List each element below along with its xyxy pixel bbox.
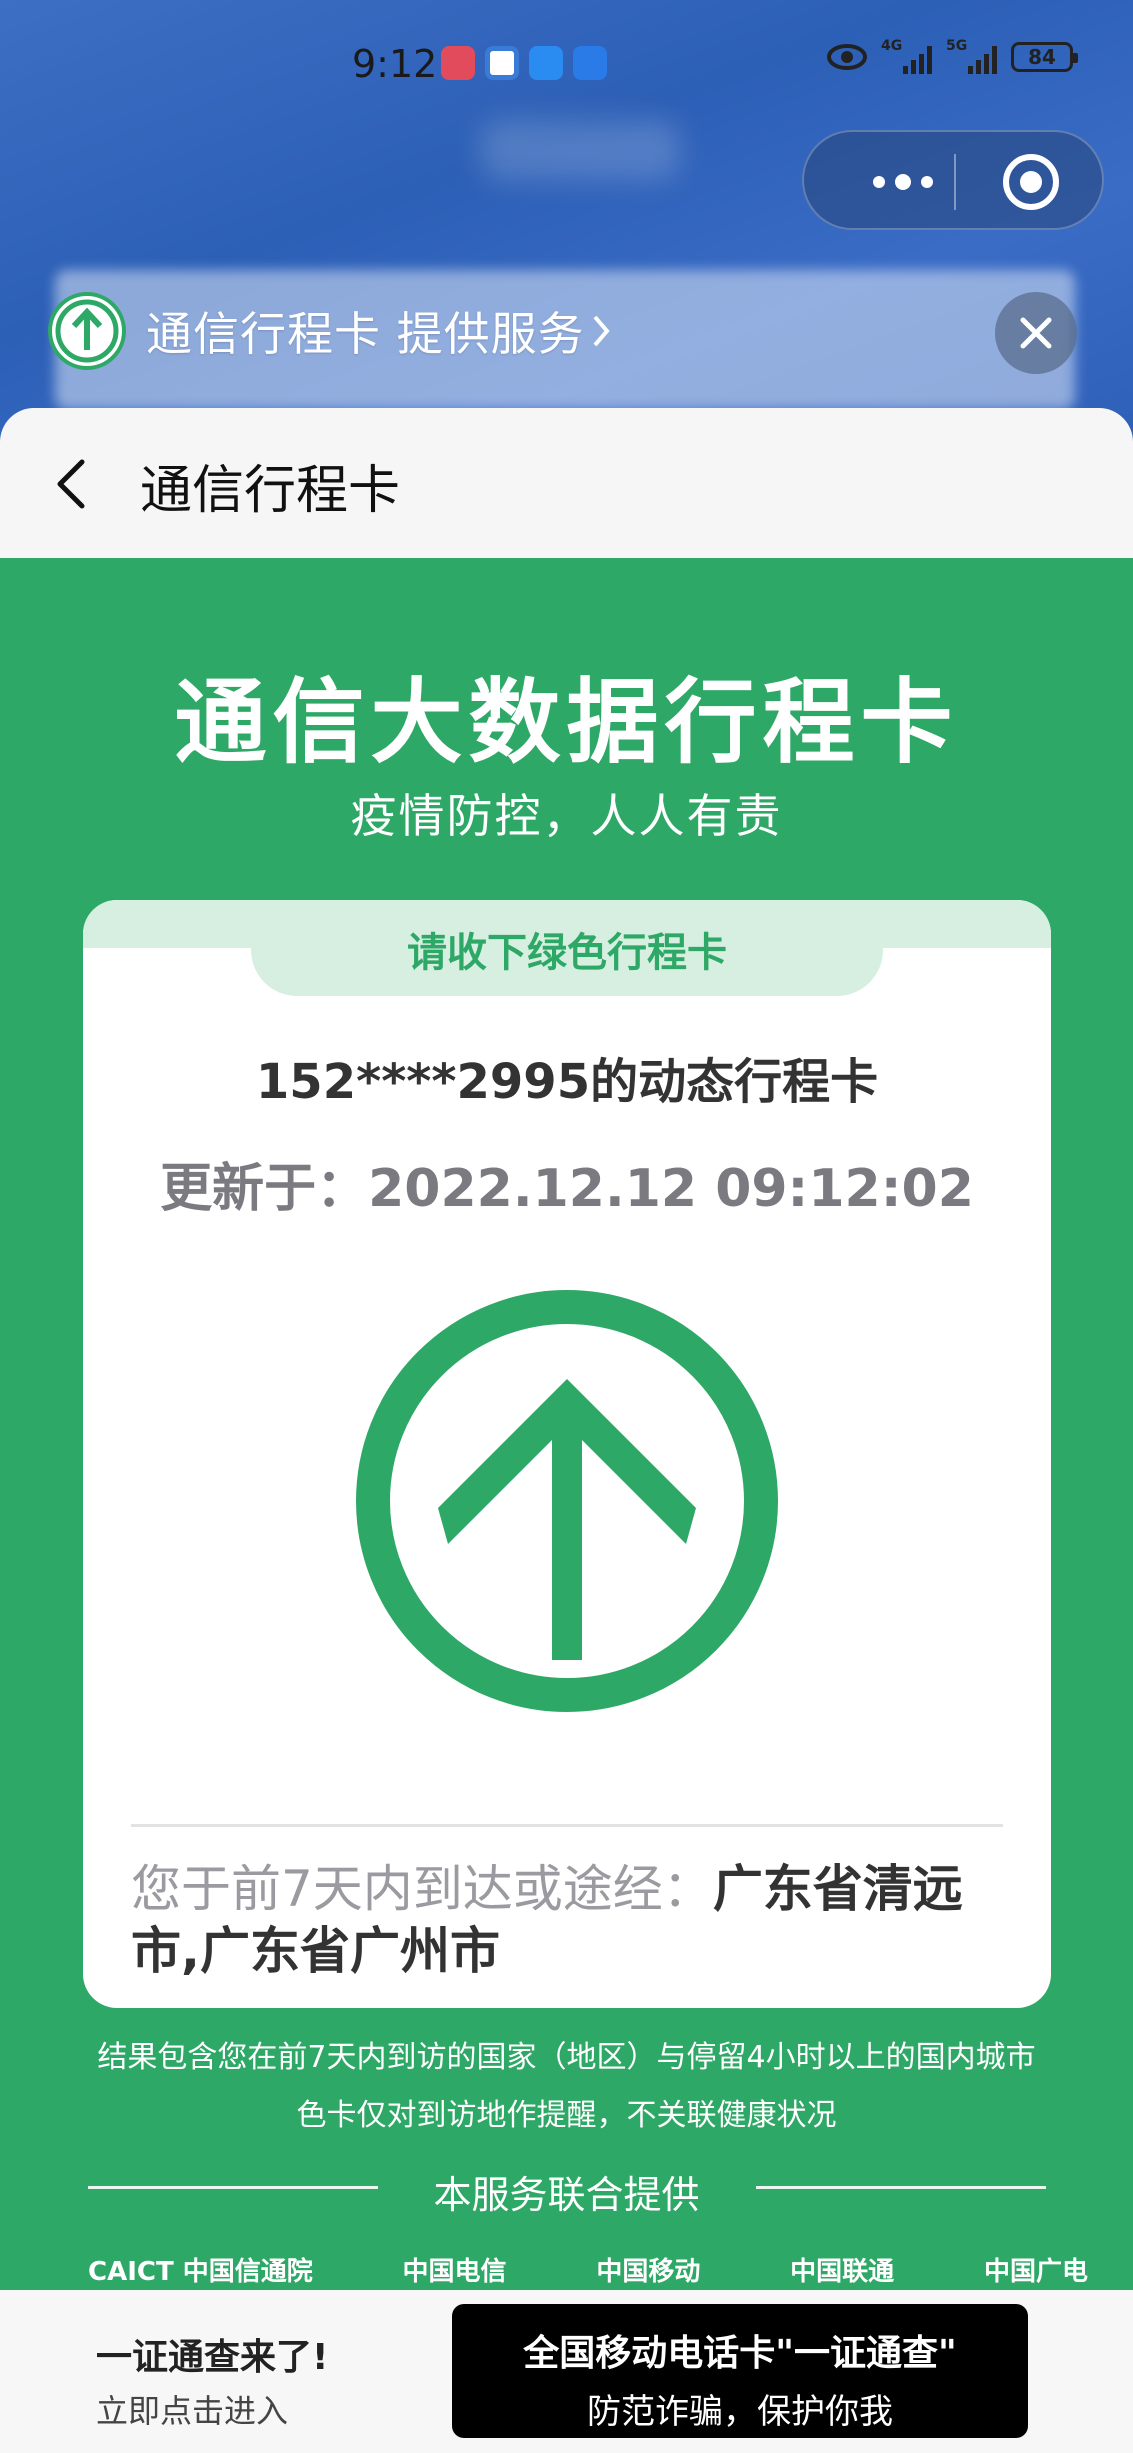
result-note: 结果包含您在前7天内到访的国家（地区）与停留4小时以上的国内城市 [97,2040,1036,2075]
joint-label: 本服务联合提供 [433,2173,700,2217]
china-unicom-logo-icon: 中国联通 [790,2256,895,2287]
slogan: 疫情防控，人人有责 [350,789,783,843]
provider-text: 通信行程卡 提供服务 [146,307,585,361]
visited-prefix: 您于前7天内到达或途经： [131,1860,713,1918]
signal-icon-4g: 4G [881,38,932,74]
promo-button[interactable]: 全国移动电话卡"一证通查" 防范诈骗，保护你我 [452,2304,1028,2438]
china-mobile-logo-icon: 中国移动 [596,2256,701,2287]
itinerary-card-logo-icon [48,292,126,370]
color-note: 色卡仅对到访地作提醒，不关联健康状况 [296,2098,837,2133]
battery-icon: 84 [1011,42,1078,72]
notification-icon-app [485,46,519,80]
more-menu-icon[interactable] [848,168,958,196]
status-bar: 9:12 4G 5G 84 [0,0,1133,120]
close-icon [1020,317,1052,349]
divider-right [756,2186,1046,2189]
card-tab-text: 请收下绿色行程卡 [407,930,727,976]
bottom-subtitle: 立即点击进入 [96,2392,289,2430]
notification-icon-book [441,46,475,80]
joint-providers-heading: 本服务联合提供 [0,2156,1133,2217]
close-mini-program-icon[interactable] [1003,154,1059,210]
phone-line: 152****2995的动态行程卡 [255,1054,879,1110]
main-content: 通信大数据行程卡 疫情防控，人人有责 请收下绿色行程卡 152****2995的… [0,558,1133,2290]
eye-icon [827,44,867,70]
chevron-right-icon [593,315,610,347]
status-time: 9:12 [352,42,438,86]
partner-logos: CAICT 中国信通院 中国电信 中国移动 中国联通 中国广电 [88,2244,1088,2294]
updated-time: 更新于：2022.12.12 09:12:02 [160,1159,974,1219]
promo-title: 全国移动电话卡"一证通查" [523,2333,957,2374]
signal-icon-5g: 5G [946,38,997,74]
service-provider-link[interactable]: 通信行程卡 提供服务 [48,292,613,370]
mini-program-capsule [802,130,1104,230]
caict-logo-icon: CAICT 中国信通院 [88,2256,313,2287]
close-button[interactable] [995,292,1077,374]
promo-subtitle: 防范诈骗，保护你我 [587,2392,893,2432]
card-divider [131,1824,1003,1827]
bottom-banner[interactable]: 一证通查来了! 立即点击进入 全国移动电话卡"一证通查" 防范诈骗，保护你我 [0,2290,1133,2453]
navigation-bar: 通信行程卡 [0,408,1133,558]
capsule-divider [954,154,956,210]
itinerary-card: 请收下绿色行程卡 152****2995的动态行程卡 更新于：2022.12.1… [83,900,1051,2008]
green-arrow-icon [356,1290,778,1712]
notification-icon-bulb [573,46,607,80]
visited-places: 您于前7天内到达或途经：广东省清远市,广东省广州市 [131,1858,1011,1982]
notification-icon-search [529,46,563,80]
china-telecom-logo-icon: 中国电信 [402,2256,507,2287]
bottom-title: 一证通查来了! [96,2337,329,2378]
china-broadnet-logo-icon: 中国广电 [983,2256,1088,2287]
back-arrow-icon[interactable] [52,456,92,512]
page-title: 通信行程卡 [140,461,401,521]
headline: 通信大数据行程卡 [174,669,959,776]
